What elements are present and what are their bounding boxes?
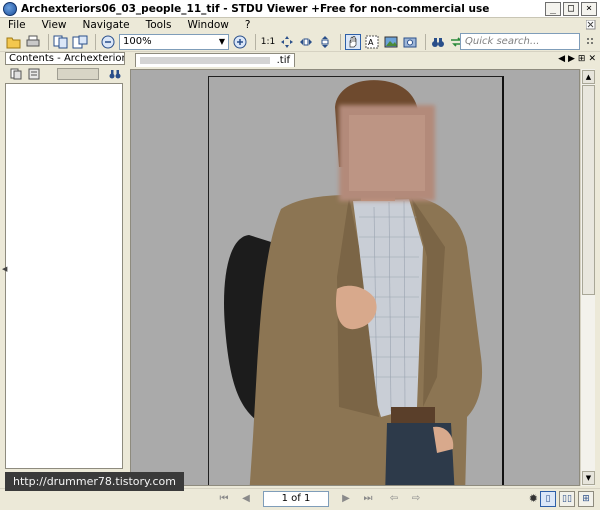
collapse-panel-icon[interactable]: ◀ bbox=[2, 265, 7, 273]
contents-panel: Contents - Archexteriors0 bbox=[5, 52, 125, 472]
open-icon[interactable] bbox=[6, 34, 22, 50]
bug-icon[interactable]: ✹ bbox=[529, 492, 538, 506]
toolbar-separator bbox=[340, 33, 341, 50]
tab-close-icon[interactable]: ✕ bbox=[588, 53, 596, 66]
print-icon[interactable] bbox=[25, 34, 41, 50]
zoom-select[interactable]: 100% ▼ bbox=[119, 33, 229, 50]
document-page bbox=[208, 76, 504, 485]
contents-search-input[interactable] bbox=[56, 68, 100, 80]
binoculars-icon[interactable] bbox=[107, 66, 122, 82]
menu-help[interactable]: ? bbox=[237, 18, 259, 32]
fit-width-icon[interactable] bbox=[298, 34, 314, 50]
navigation-bar: ⏮ ◀ 1 of 1 ▶ ⏭ ⇦ ⇨ ✹ ▯ ▯▯ ⊞ bbox=[0, 488, 600, 510]
toolbar: 100% ▼ 1:1 A Quick search... bbox=[0, 32, 600, 52]
menu-bar: File View Navigate Tools Window ? bbox=[0, 18, 600, 32]
contents-list[interactable] bbox=[5, 83, 123, 469]
copy-page-icon[interactable] bbox=[72, 34, 88, 50]
quick-search-input[interactable]: Quick search... bbox=[460, 33, 580, 50]
first-page-icon[interactable]: ⏮ bbox=[217, 492, 231, 506]
close-button[interactable]: × bbox=[581, 2, 597, 16]
zoom-in-icon[interactable] bbox=[232, 34, 248, 50]
bookmark-icon[interactable] bbox=[9, 66, 24, 82]
back-icon[interactable]: ⇦ bbox=[387, 492, 401, 506]
tab-list-icon[interactable]: ⊞ bbox=[578, 53, 586, 66]
window-title: Archexteriors06_03_people_11_tif - STDU … bbox=[21, 2, 490, 15]
contents-toolbar bbox=[5, 66, 125, 82]
hand-tool-icon[interactable] bbox=[345, 33, 361, 50]
tab-title-obscured bbox=[140, 57, 270, 64]
scroll-down-icon[interactable]: ▼ bbox=[582, 471, 595, 485]
tab-controls: ◀ ▶ ⊞ ✕ bbox=[558, 53, 596, 66]
document-tab-label: .tif bbox=[276, 55, 290, 66]
menu-window[interactable]: Window bbox=[179, 18, 236, 32]
toolbar-grip-icon bbox=[587, 38, 593, 44]
page-navigation: ⏮ ◀ 1 of 1 ▶ ⏭ ⇦ ⇨ bbox=[213, 491, 427, 507]
minimize-button[interactable]: _ bbox=[545, 2, 561, 16]
document-tab[interactable]: .tif bbox=[135, 53, 295, 67]
contents-tab[interactable]: Contents - Archexteriors0 bbox=[5, 52, 125, 65]
zoom-out-icon[interactable] bbox=[100, 34, 116, 50]
tab-scroll-left-icon[interactable]: ◀ bbox=[558, 53, 565, 66]
toolbar-separator bbox=[255, 33, 256, 50]
vertical-scrollbar[interactable]: ▲ ▼ bbox=[580, 69, 595, 486]
person-photo bbox=[224, 80, 482, 485]
fit-page-icon[interactable] bbox=[279, 34, 295, 50]
svg-text:A: A bbox=[368, 38, 374, 47]
outline-icon[interactable] bbox=[27, 66, 42, 82]
menu-view[interactable]: View bbox=[34, 18, 75, 32]
thumbnail-view-icon[interactable]: ⊞ bbox=[578, 491, 594, 507]
scroll-thumb[interactable] bbox=[582, 85, 595, 295]
view-mode-buttons: ▯ ▯▯ ⊞ bbox=[540, 491, 594, 507]
title-bar: Archexteriors06_03_people_11_tif - STDU … bbox=[0, 0, 600, 18]
app-icon[interactable] bbox=[3, 1, 17, 16]
menu-grip-icon bbox=[586, 20, 596, 30]
document-view[interactable] bbox=[130, 69, 580, 486]
chevron-down-icon[interactable]: ▼ bbox=[217, 36, 227, 48]
tab-scroll-right-icon[interactable]: ▶ bbox=[568, 53, 575, 66]
toolbar-separator bbox=[425, 33, 426, 50]
select-image-icon[interactable] bbox=[383, 34, 399, 50]
copy-icon[interactable] bbox=[53, 34, 69, 50]
toolbar-separator bbox=[48, 33, 49, 50]
menu-navigate[interactable]: Navigate bbox=[75, 18, 138, 32]
actual-size-icon[interactable]: 1:1 bbox=[260, 34, 276, 50]
menu-tools[interactable]: Tools bbox=[138, 18, 180, 32]
forward-icon[interactable]: ⇨ bbox=[409, 492, 423, 506]
snapshot-icon[interactable] bbox=[402, 34, 418, 50]
maximize-button[interactable]: □ bbox=[563, 2, 579, 16]
menu-file[interactable]: File bbox=[0, 18, 34, 32]
last-page-icon[interactable]: ⏭ bbox=[361, 492, 375, 506]
fit-height-icon[interactable] bbox=[317, 34, 333, 50]
scroll-up-icon[interactable]: ▲ bbox=[582, 70, 595, 84]
two-page-view-icon[interactable]: ▯▯ bbox=[559, 491, 575, 507]
select-text-icon[interactable]: A bbox=[364, 34, 380, 50]
watermark-text: http://drummer78.tistory.com bbox=[5, 472, 184, 491]
document-tabs: .tif ◀ ▶ ⊞ ✕ bbox=[130, 52, 600, 68]
toolbar-separator bbox=[95, 33, 96, 50]
find-icon[interactable] bbox=[430, 34, 446, 50]
page-number-input[interactable]: 1 of 1 bbox=[263, 491, 329, 507]
next-page-icon[interactable]: ▶ bbox=[339, 492, 353, 506]
zoom-value: 100% bbox=[123, 36, 152, 47]
single-page-view-icon[interactable]: ▯ bbox=[540, 491, 556, 507]
previous-page-icon[interactable]: ◀ bbox=[239, 492, 253, 506]
window-controls: _ □ × bbox=[545, 2, 597, 16]
